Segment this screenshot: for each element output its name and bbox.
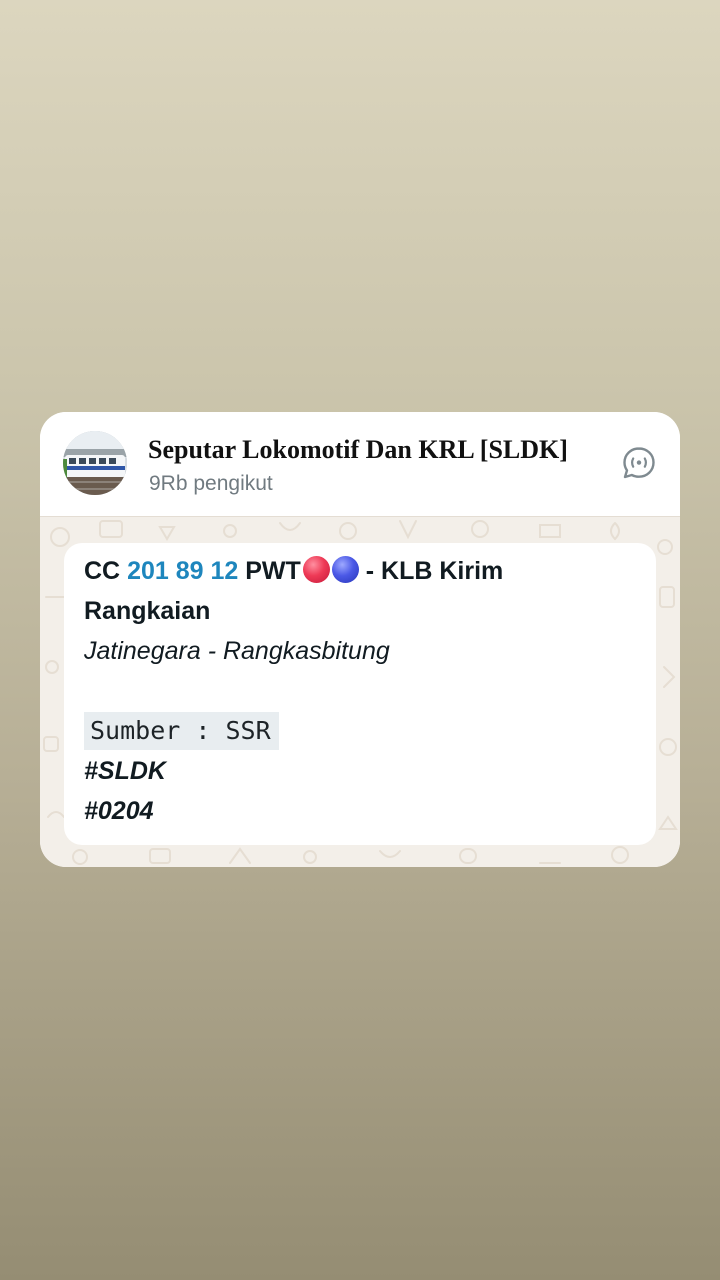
channel-name[interactable]: Seputar Lokomotif Dan KRL [SLDK]	[148, 434, 618, 466]
chat-wallpaper: CC 201 89 12 PWT - KLB Kirim Rangkaian J…	[40, 516, 680, 867]
title-prefix: CC	[84, 557, 128, 585]
source-line: Sumber : SSR	[84, 712, 279, 750]
train-photo-avatar	[63, 431, 127, 495]
hashtag-sldk: #SLDK	[84, 757, 166, 785]
title-depot: PWT	[238, 557, 301, 585]
source-code-block: Sumber : SSR	[84, 712, 279, 750]
chat-bubble-icon[interactable]	[622, 446, 656, 480]
channel-header[interactable]: Seputar Lokomotif Dan KRL [SLDK] 9Rb pen…	[40, 412, 680, 516]
phone-number-link-part-2[interactable]: 89	[176, 557, 204, 585]
channel-update-card[interactable]: Seputar Lokomotif Dan KRL [SLDK] 9Rb pen…	[40, 412, 680, 867]
route-text: Jatinegara - Rangkasbitung	[84, 637, 390, 665]
chat-bubble-svg	[623, 447, 655, 479]
blue-circle-emoji	[331, 556, 359, 583]
follower-count: 9Rb pengikut	[149, 472, 273, 495]
red-circle-emoji	[302, 556, 330, 583]
title-tail: - KLB Kirim	[358, 557, 504, 585]
channel-avatar[interactable]	[63, 431, 127, 495]
message-title-line-2: Rangkaian	[84, 597, 211, 625]
message-bubble[interactable]: CC 201 89 12 PWT - KLB Kirim Rangkaian J…	[64, 543, 656, 845]
phone-number-link-part-1[interactable]: 201	[127, 557, 169, 585]
hashtag-number: #0204	[84, 797, 154, 825]
message-title-line: CC 201 89 12 PWT - KLB Kirim	[84, 552, 503, 590]
phone-number-link-part-3[interactable]: 12	[211, 557, 239, 585]
